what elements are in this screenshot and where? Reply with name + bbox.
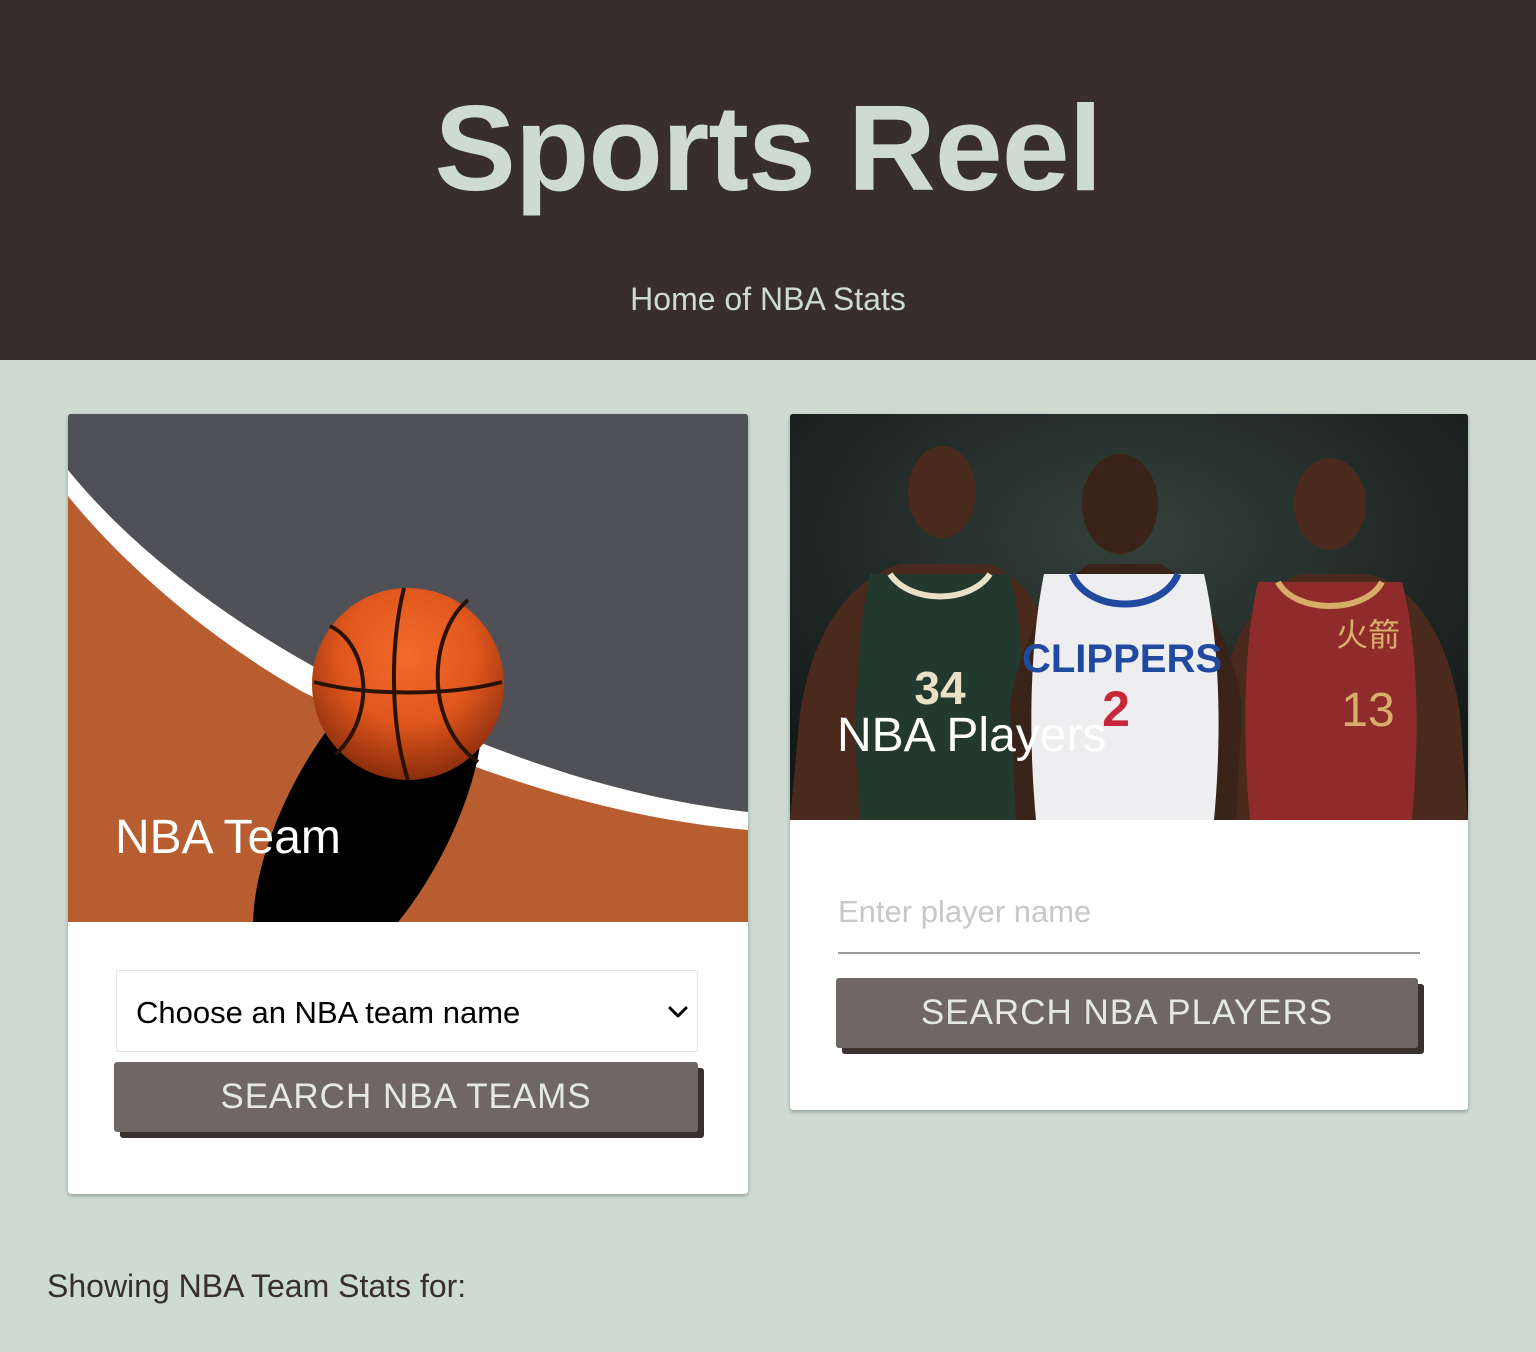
site-header: Sports Reel Home of NBA Stats [0,0,1536,360]
results-label: Showing NBA Team Stats for: [47,1268,467,1304]
basketball-icon [312,587,504,781]
player-right-number: 13 [1341,684,1394,737]
players-photo: 34 火箭 13 CLIPPERS 2 NBA Players [790,414,1468,820]
site-title: Sports Reel [434,80,1103,216]
chevron-down-icon [668,1006,688,1018]
site-subtitle: Home of NBA Stats [630,281,906,317]
search-players-button[interactable]: SEARCH NBA PLAYERS [836,978,1418,1048]
team-select-value: Choose an NBA team name [136,995,521,1030]
team-card-title: NBA Team [115,811,341,864]
team-card: NBA Team Choose an NBA team name SEARCH … [68,414,748,1194]
search-teams-button[interactable]: SEARCH NBA TEAMS [114,1062,698,1132]
player-left-number: 34 [914,662,966,714]
player-name-placeholder: Enter player name [838,894,1092,929]
player-middle-team: CLIPPERS [1022,637,1222,681]
player-right-team: 火箭 [1336,616,1400,654]
players-card: 34 火箭 13 CLIPPERS 2 NBA Players Enter pl… [790,414,1468,1110]
players-card-title: NBA Players [837,709,1107,762]
player-name-input[interactable]: Enter player name [838,880,1420,954]
basketball-court-image: NBA Team [68,414,748,922]
team-select[interactable]: Choose an NBA team name [116,970,698,1052]
